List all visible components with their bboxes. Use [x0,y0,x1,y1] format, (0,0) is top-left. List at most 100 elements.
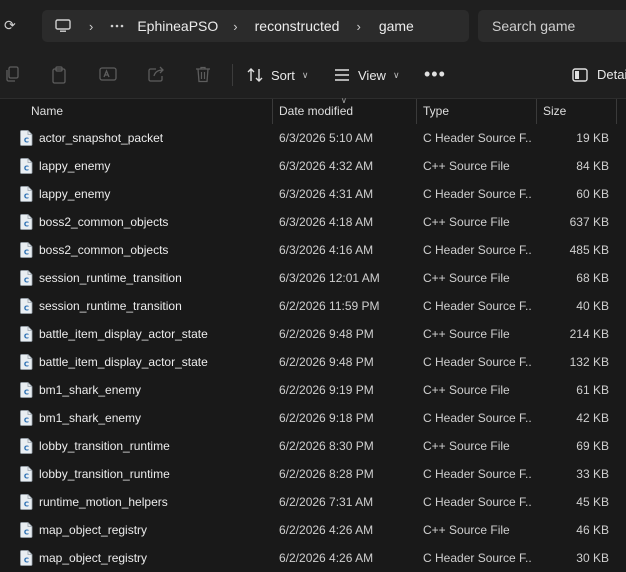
file-row[interactable]: Cactor_snapshot_packet 6/3/2026 5:10 AM C … [0,124,626,152]
chevron-right-icon[interactable]: › [89,19,93,34]
file-date-modified: 6/3/2026 5:10 AM [279,131,374,145]
chevron-down-icon: ∨ [392,69,400,80]
file-type: C++ Source File [423,523,510,537]
file-row[interactable]: Cruntime_motion_helpers 6/2/2026 7:31 AM C… [0,488,626,516]
column-resize-handle[interactable] [616,99,617,124]
file-row[interactable]: Cbm1_shark_enemy 6/2/2026 9:19 PM C++ Sour… [0,376,626,404]
file-name[interactable]: map_object_registry [39,551,267,565]
command-bar: Sort ∨ View ∨ ••• Details [0,52,626,99]
copy-icon[interactable] [4,66,22,84]
file-row[interactable]: Csession_runtime_transition 6/3/2026 12:0… [0,264,626,292]
code-file-icon: C [20,270,33,286]
file-size: 42 KB [576,411,609,425]
column-resize-handle[interactable] [536,99,537,124]
file-row[interactable]: Cbattle_item_display_actor_state 6/2/2026… [0,348,626,376]
column-header-row: ∨ Name Date modified Type Size [0,96,626,124]
file-name[interactable]: bm1_shark_enemy [39,411,267,425]
column-header-date[interactable]: Date modified [279,104,353,118]
file-list: Cactor_snapshot_packet 6/3/2026 5:10 AM C … [0,124,626,572]
file-name[interactable]: boss2_common_objects [39,243,267,257]
svg-text:C: C [24,221,29,229]
details-pane-icon [572,67,588,82]
column-header-name[interactable]: Name [31,104,63,118]
file-date-modified: 6/2/2026 11:59 PM [279,299,380,313]
file-row[interactable]: Clobby_transition_runtime 6/2/2026 8:30 P… [0,432,626,460]
svg-text:C: C [24,445,29,453]
delete-icon[interactable] [195,66,213,84]
chevron-right-icon[interactable]: › [356,19,360,34]
svg-text:C: C [24,361,29,369]
breadcrumb-item-reconstructed[interactable]: reconstructed [255,18,340,34]
file-name[interactable]: lobby_transition_runtime [39,467,267,481]
breadcrumb-item-game[interactable]: game [379,18,414,34]
more-icon[interactable] [110,24,124,28]
file-type: C Header Source F... [423,243,531,257]
svg-text:C: C [24,501,29,509]
file-name[interactable]: boss2_common_objects [39,215,267,229]
chevron-down-icon: ∨ [301,69,309,80]
file-name[interactable]: session_runtime_transition [39,271,267,285]
code-file-icon: C [20,522,33,538]
search-input[interactable]: Search game [478,10,626,42]
column-header-type[interactable]: Type [423,104,449,118]
sort-button[interactable]: Sort ∨ [247,65,308,85]
file-type: C++ Source File [423,159,510,173]
file-date-modified: 6/2/2026 9:19 PM [279,383,374,397]
computer-icon[interactable] [55,19,71,33]
file-size: 485 KB [569,243,609,257]
column-resize-handle[interactable] [416,99,417,124]
rename-icon[interactable] [99,66,117,84]
file-name[interactable]: runtime_motion_helpers [39,495,267,509]
file-date-modified: 6/3/2026 4:31 AM [279,187,374,201]
file-name[interactable]: battle_item_display_actor_state [39,327,267,341]
code-file-icon: C [20,550,33,566]
more-options-button[interactable]: ••• [424,64,446,85]
file-row[interactable]: Clappy_enemy 6/3/2026 4:31 AM C Header Sou… [0,180,626,208]
file-row[interactable]: Cmap_object_registry 6/2/2026 4:26 AM C He… [0,544,626,572]
file-row[interactable]: Cboss2_common_objects 6/3/2026 4:18 AM C++… [0,208,626,236]
file-size: 46 KB [576,523,609,537]
file-name[interactable]: session_runtime_transition [39,299,267,313]
file-name[interactable]: map_object_registry [39,523,267,537]
file-type: C Header Source F... [423,495,531,509]
refresh-icon[interactable]: ⟳ [4,17,20,33]
file-row[interactable]: Cboss2_common_objects 6/3/2026 4:16 AM C H… [0,236,626,264]
file-row[interactable]: Clappy_enemy 6/3/2026 4:32 AM C++ Source F… [0,152,626,180]
svg-text:C: C [24,305,29,313]
breadcrumb-item-ephineapso[interactable]: EphineaPSO [137,18,218,34]
file-size: 30 KB [576,551,609,565]
file-date-modified: 6/2/2026 9:48 PM [279,327,374,341]
file-name[interactable]: lobby_transition_runtime [39,439,267,453]
breadcrumb[interactable]: › EphineaPSO › reconstructed › game [42,10,469,42]
file-row[interactable]: Csession_runtime_transition 6/2/2026 11:5… [0,292,626,320]
code-file-icon: C [20,242,33,258]
column-header-size[interactable]: Size [543,104,566,118]
file-type: C Header Source F... [423,131,531,145]
code-file-icon: C [20,410,33,426]
file-row[interactable]: Cbm1_shark_enemy 6/2/2026 9:18 PM C Header… [0,404,626,432]
file-name[interactable]: battle_item_display_actor_state [39,355,267,369]
share-icon[interactable] [147,66,165,84]
file-name[interactable]: bm1_shark_enemy [39,383,267,397]
file-type: C Header Source F... [423,467,531,481]
file-type: C Header Source F... [423,551,531,565]
file-size: 637 KB [569,215,609,229]
file-size: 69 KB [576,439,609,453]
view-button[interactable]: View ∨ [334,65,400,85]
code-file-icon: C [20,466,33,482]
file-date-modified: 6/2/2026 9:18 PM [279,411,374,425]
paste-icon[interactable] [51,66,69,84]
file-size: 214 KB [569,327,609,341]
file-row[interactable]: Clobby_transition_runtime 6/2/2026 8:28 P… [0,460,626,488]
details-button[interactable]: Details [572,67,626,82]
column-resize-handle[interactable] [272,99,273,124]
file-name[interactable]: lappy_enemy [39,159,267,173]
file-row[interactable]: Cmap_object_registry 6/2/2026 4:26 AM C++ … [0,516,626,544]
code-file-icon: C [20,326,33,342]
file-name[interactable]: lappy_enemy [39,187,267,201]
svg-text:C: C [24,473,29,481]
file-date-modified: 6/2/2026 4:26 AM [279,551,374,565]
file-row[interactable]: Cbattle_item_display_actor_state 6/2/2026… [0,320,626,348]
chevron-right-icon[interactable]: › [233,19,237,34]
file-name[interactable]: actor_snapshot_packet [39,131,267,145]
